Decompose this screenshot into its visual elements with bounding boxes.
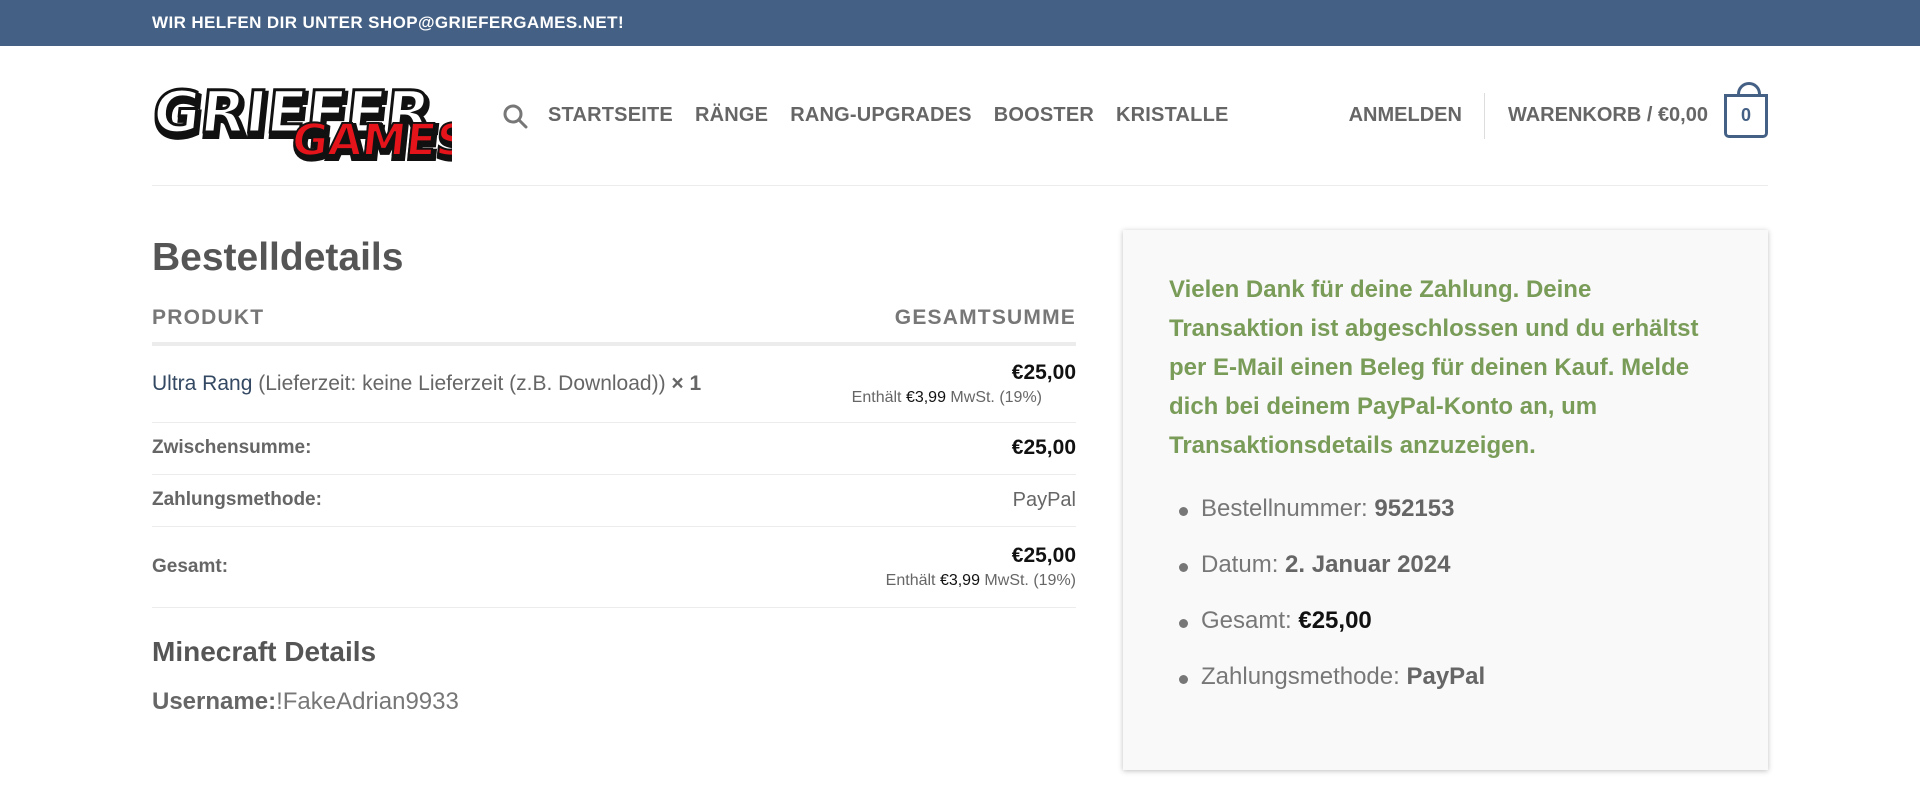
minecraft-username: Username:!FakeAdrian9933: [152, 688, 1076, 716]
page-title: Bestelldetails: [152, 236, 404, 279]
list-item-order-number: Bestellnummer: 952153: [1169, 495, 1722, 523]
logo-line2: GAMES: [289, 115, 452, 166]
order-number-label: Bestellnummer:: [1201, 495, 1375, 522]
subtotal-value: €25,00: [808, 422, 1076, 475]
tax-prefix: Enthält: [851, 388, 906, 406]
order-table: PRODUKT GESAMTSUMME Ultra Rang (Lieferze…: [152, 306, 1076, 608]
subtotal-label: Zwischensumme:: [152, 422, 809, 475]
cart-count: 0: [1740, 105, 1751, 125]
main-nav: STARTSEITE RÄNGE RANG-UPGRADES BOOSTER K…: [502, 103, 1349, 129]
thank-you-message: Vielen Dank für deine Zahlung. Deine Tra…: [1169, 276, 1699, 459]
search-icon[interactable]: [502, 103, 528, 129]
tax-suffix: MwSt. (19%): [945, 388, 1042, 406]
nav-item-booster[interactable]: BOOSTER: [994, 104, 1094, 127]
nav-item-rang-upgrades[interactable]: RANG-UPGRADES: [790, 104, 972, 127]
cart-link[interactable]: WARENKORB / €0,00: [1508, 104, 1708, 127]
column-header-total: GESAMTSUMME: [808, 306, 1076, 346]
username-value: !FakeAdrian9933: [276, 687, 459, 715]
support-message: WIR HELFEN DIR UNTER SHOP@GRIEFERGAMES.N…: [152, 13, 625, 32]
thank-you-box: Vielen Dank für deine Zahlung. Deine Tra…: [1123, 230, 1768, 770]
payment-method-label: Zahlungsmethode:: [152, 474, 809, 527]
product-total-cell: €25,00 Enthält €3,99 MwSt. (19%): [808, 344, 1076, 423]
list-item-total: Gesamt: €25,00: [1169, 607, 1722, 635]
date-value: 2. Januar 2024: [1285, 551, 1451, 578]
product-link[interactable]: Ultra Rang: [152, 372, 252, 395]
product-price: €25,00: [1011, 360, 1076, 384]
order-overview-list: Bestellnummer: 952153 Datum: 2. Januar 2…: [1169, 495, 1722, 691]
tax-prefix: Enthält: [885, 571, 940, 589]
table-row: Gesamt: €25,00 Enthält €3,99 MwSt. (19%): [152, 526, 1076, 608]
username-label: Username:: [152, 687, 277, 715]
minecraft-details-title: Minecraft Details: [152, 635, 377, 667]
table-row: Ultra Rang (Lieferzeit: keine Lieferzeit…: [152, 344, 1076, 423]
product-tax-note: Enthält €3,99 MwSt. (19%): [808, 389, 1076, 407]
order-summary-section: Vielen Dank für deine Zahlung. Deine Tra…: [1123, 230, 1768, 770]
table-row: Zahlungsmethode: PayPal: [152, 474, 1076, 527]
total-cell: €25,00 Enthält €3,99 MwSt. (19%): [808, 526, 1076, 608]
total-tax-note: Enthält €3,99 MwSt. (19%): [808, 572, 1076, 590]
login-link[interactable]: ANMELDEN: [1349, 92, 1485, 139]
order-number-value: 952153: [1374, 495, 1455, 522]
order-details-section: Bestelldetails PRODUKT GESAMTSUMME Ultra…: [152, 230, 1076, 770]
summary-payment-value: PayPal: [1406, 663, 1486, 690]
list-item-payment: Zahlungsmethode: PayPal: [1169, 663, 1722, 691]
top-bar: WIR HELFEN DIR UNTER SHOP@GRIEFERGAMES.N…: [0, 0, 1920, 46]
column-header-product: PRODUKT: [152, 306, 809, 346]
table-row: Zwischensumme: €25,00: [152, 422, 1076, 475]
summary-payment-label: Zahlungsmethode:: [1201, 663, 1407, 690]
summary-total-value: €25,00: [1298, 607, 1372, 634]
payment-method-value: PayPal: [808, 474, 1076, 527]
shopping-bag-icon[interactable]: 0: [1724, 81, 1768, 138]
total-label: Gesamt:: [152, 526, 809, 608]
tax-suffix: MwSt. (19%): [979, 571, 1076, 589]
main-content: Bestelldetails PRODUKT GESAMTSUMME Ultra…: [152, 186, 1768, 770]
summary-total-label: Gesamt:: [1201, 607, 1299, 634]
tax-value: €3,99: [905, 388, 946, 406]
site-header: GRIEFER GRIEFER GAMES GAMES STARTSEITE R…: [152, 46, 1768, 186]
product-cell: Ultra Rang (Lieferzeit: keine Lieferzeit…: [152, 344, 809, 423]
account-nav: ANMELDEN WARENKORB / €0,00 0: [1349, 81, 1768, 139]
date-label: Datum:: [1201, 551, 1286, 578]
site-logo[interactable]: GRIEFER GRIEFER GAMES GAMES: [152, 66, 452, 166]
product-delivery-info: (Lieferzeit: keine Lieferzeit (z.B. Down…: [252, 371, 666, 395]
logo-graphic: GRIEFER GRIEFER GAMES GAMES: [152, 76, 452, 166]
total-value: €25,00: [1011, 543, 1076, 567]
list-item-date: Datum: 2. Januar 2024: [1169, 551, 1722, 579]
tax-value: €3,99: [939, 571, 980, 589]
nav-item-startseite[interactable]: STARTSEITE: [548, 104, 673, 127]
nav-item-kristalle[interactable]: KRISTALLE: [1116, 104, 1229, 127]
product-quantity: × 1: [665, 371, 702, 395]
nav-item-raenge[interactable]: RÄNGE: [695, 104, 768, 127]
